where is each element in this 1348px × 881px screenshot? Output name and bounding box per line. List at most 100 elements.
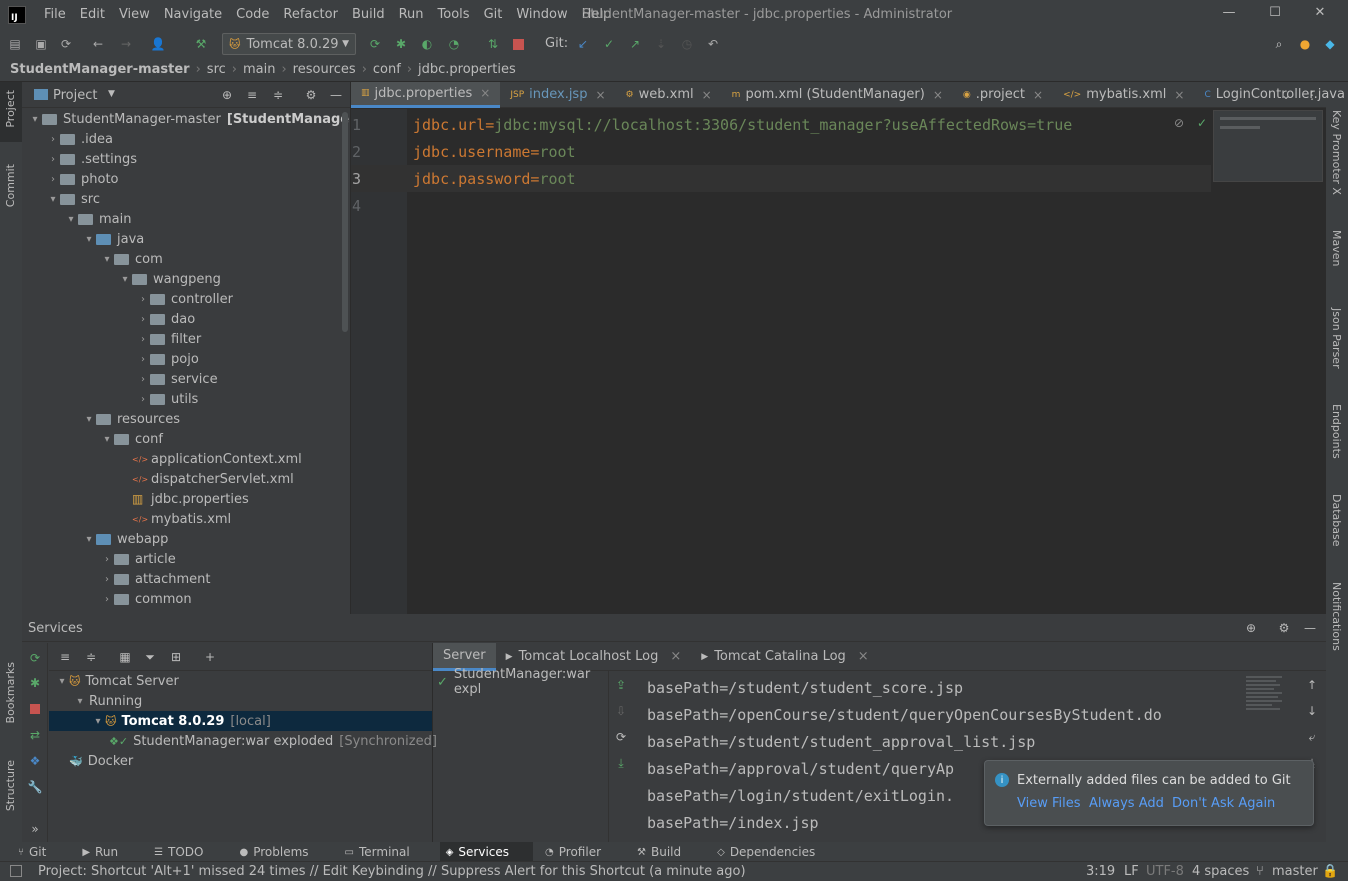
more-icon[interactable]: ⋮: [1304, 87, 1320, 103]
code-area[interactable]: 1 jdbc.url = jdbc:mysql://localhost:3306/st…: [351, 109, 1326, 614]
search-icon[interactable]: ⌕: [1271, 36, 1287, 52]
tool-window-profiler[interactable]: ◔ Profiler: [539, 842, 625, 862]
history-icon[interactable]: ◷: [679, 36, 695, 52]
group-icon[interactable]: ▦: [117, 649, 133, 665]
status-message[interactable]: Project: Shortcut 'Alt+1' missed 24 time…: [38, 864, 746, 879]
chevron-right-icon[interactable]: ›: [136, 374, 150, 385]
maximize-button[interactable]: ☐: [1265, 5, 1285, 20]
wrench-icon[interactable]: 🔧: [27, 779, 43, 795]
close-icon[interactable]: ×: [1033, 88, 1043, 102]
breadcrumb-item[interactable]: conf: [373, 62, 401, 77]
lock-icon[interactable]: 🔒: [1322, 864, 1338, 879]
project-tree-item[interactable]: ▾ conf: [100, 429, 162, 449]
redeploy-icon[interactable]: ⤓: [613, 755, 629, 771]
project-tree-item[interactable]: › utils: [136, 389, 198, 409]
project-tree-item[interactable]: › .settings: [46, 149, 137, 169]
expand-all-icon[interactable]: ≡: [244, 87, 260, 103]
chevron-down-icon[interactable]: ▾: [82, 414, 96, 425]
project-tree-item[interactable]: › filter: [136, 329, 201, 349]
project-tree-item[interactable]: › dao: [136, 309, 195, 329]
project-tree-item[interactable]: </> dispatcherServlet.xml: [118, 469, 294, 489]
chevron-down-icon[interactable]: ▾: [82, 234, 96, 245]
tool-window-problems[interactable]: ● Problems: [234, 842, 333, 862]
project-tree-item[interactable]: ▾ main: [64, 209, 131, 229]
tool-window-git[interactable]: ⑂ Git: [12, 842, 70, 862]
project-tree-item[interactable]: › service: [136, 369, 218, 389]
chevron-down-icon[interactable]: ▾: [46, 194, 60, 205]
debug-bug-icon[interactable]: ✱: [27, 675, 43, 691]
update-available-icon[interactable]: ●: [1297, 36, 1313, 52]
menu-window[interactable]: Window: [516, 7, 567, 22]
tool-window-run[interactable]: ▶ Run: [76, 842, 142, 862]
notifications-tab[interactable]: Notifications: [1330, 582, 1343, 651]
add-service-icon[interactable]: ⊕: [1243, 620, 1259, 636]
forward-arrow-icon[interactable]: →: [118, 36, 134, 52]
chevron-down-icon[interactable]: ▾: [64, 214, 78, 225]
git-branch[interactable]: master: [1272, 864, 1318, 879]
rerun-icon[interactable]: ⟳: [367, 36, 383, 52]
close-icon[interactable]: ×: [933, 88, 943, 102]
stop-icon[interactable]: [30, 704, 40, 714]
editor-tab[interactable]: ▥ jdbc.properties ×: [351, 81, 501, 108]
project-tree-item[interactable]: ▾ src: [46, 189, 100, 209]
project-tree-item[interactable]: › photo: [46, 169, 119, 189]
sync-icon[interactable]: ⟳: [58, 36, 74, 52]
project-tree-item[interactable]: ▾ com: [100, 249, 162, 269]
chevron-right-icon[interactable]: ›: [136, 354, 150, 365]
gear-icon[interactable]: ⚙: [1276, 620, 1292, 636]
expand-all-icon[interactable]: ≡: [57, 649, 73, 665]
chevron-right-icon[interactable]: ›: [136, 334, 150, 345]
close-icon[interactable]: ×: [858, 649, 869, 664]
plugin-icon[interactable]: ◆: [1322, 36, 1338, 52]
chevron-right-icon[interactable]: ›: [100, 574, 114, 585]
chevron-down-icon[interactable]: ▾: [118, 274, 132, 285]
minimize-button[interactable]: —: [1219, 5, 1239, 20]
menu-run[interactable]: Run: [399, 7, 424, 22]
menu-file[interactable]: File: [44, 7, 66, 22]
project-tree-item[interactable]: › controller: [136, 289, 233, 309]
collapse-all-icon[interactable]: ≑: [270, 87, 286, 103]
tool-window-services[interactable]: ◈ Services: [439, 842, 534, 862]
undeploy-icon[interactable]: ⇩: [613, 703, 629, 719]
project-tree-item[interactable]: ▾ java: [82, 229, 144, 249]
chevron-down-icon[interactable]: ▾: [91, 716, 105, 727]
deploy-icon[interactable]: ⇪: [613, 677, 629, 693]
project-tree-item[interactable]: ▾ resources: [82, 409, 180, 429]
key-promoter-tab[interactable]: Key Promoter X: [1330, 110, 1343, 195]
save-all-icon[interactable]: ▣: [33, 36, 49, 52]
project-tree-item[interactable]: ▾ wangpeng: [118, 269, 220, 289]
editor-tab[interactable]: </> mybatis.xml ×: [1053, 82, 1194, 108]
close-button[interactable]: ✕: [1310, 5, 1330, 20]
git-update-icon[interactable]: ↙: [575, 36, 591, 52]
structure-tool-tab[interactable]: Structure: [4, 760, 17, 811]
service-tree-item[interactable]: ▾ 🐱 Tomcat Server: [49, 671, 432, 691]
menu-tools[interactable]: Tools: [438, 7, 470, 22]
project-tool-tab[interactable]: Project: [4, 90, 17, 128]
open-folder-icon[interactable]: ▤: [7, 36, 23, 52]
code-line[interactable]: 1 jdbc.url = jdbc:mysql://localhost:3306/st…: [351, 111, 1211, 138]
build-hammer-icon[interactable]: ⚒: [193, 36, 209, 52]
close-icon[interactable]: ×: [702, 88, 712, 102]
chevron-down-icon[interactable]: ▾: [82, 534, 96, 545]
chevron-right-icon[interactable]: ›: [136, 314, 150, 325]
chevron-right-icon[interactable]: ›: [46, 134, 60, 145]
editor-tab[interactable]: ◉ .project ×: [953, 82, 1053, 108]
project-panel-title[interactable]: Project: [53, 88, 97, 103]
chevron-right-icon[interactable]: ›: [100, 554, 114, 565]
debug-bug-icon[interactable]: ✱: [393, 36, 409, 52]
close-icon[interactable]: ×: [595, 88, 605, 102]
breadcrumb-item[interactable]: jdbc.properties: [418, 62, 516, 77]
editor-tab[interactable]: m pom.xml (StudentManager) ×: [722, 82, 953, 108]
hide-icon[interactable]: —: [328, 87, 344, 103]
editor-tab[interactable]: JSP index.jsp ×: [500, 82, 615, 108]
project-tree-item[interactable]: › pojo: [136, 349, 199, 369]
chevron-right-icon[interactable]: ›: [136, 294, 150, 305]
project-tree-item[interactable]: › article: [100, 549, 176, 569]
rerun-icon[interactable]: ⟳: [27, 650, 43, 666]
chevron-right-icon[interactable]: ›: [100, 594, 114, 605]
editor-tab[interactable]: C LoginController.java: [1194, 82, 1348, 108]
project-tree-item[interactable]: ▾ webapp: [82, 529, 168, 549]
menu-build[interactable]: Build: [352, 7, 385, 22]
artifact-icon[interactable]: ❖: [27, 753, 43, 769]
collapse-all-icon[interactable]: ≑: [83, 649, 99, 665]
